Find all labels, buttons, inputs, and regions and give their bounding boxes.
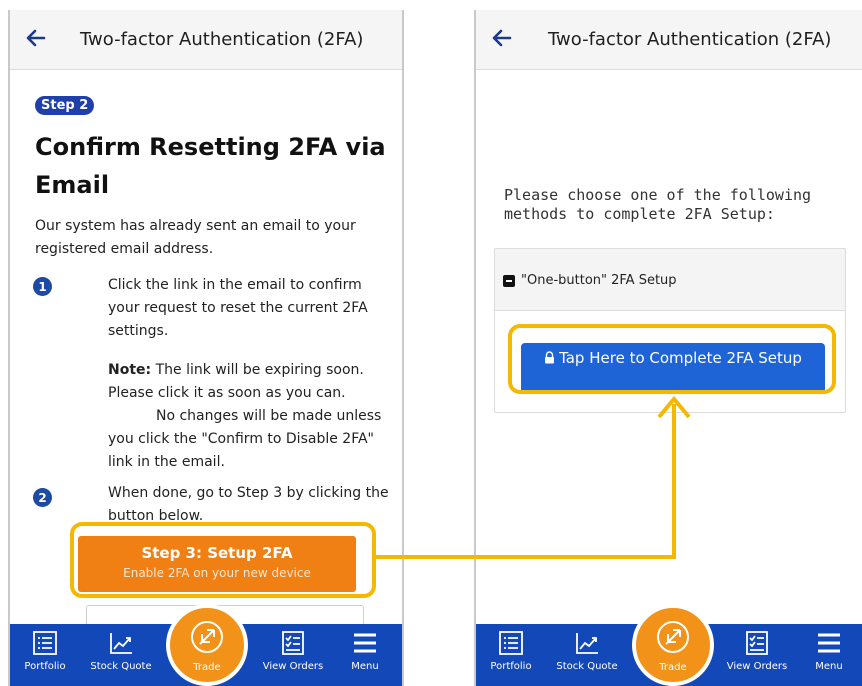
connector-arrow: [376, 395, 691, 559]
